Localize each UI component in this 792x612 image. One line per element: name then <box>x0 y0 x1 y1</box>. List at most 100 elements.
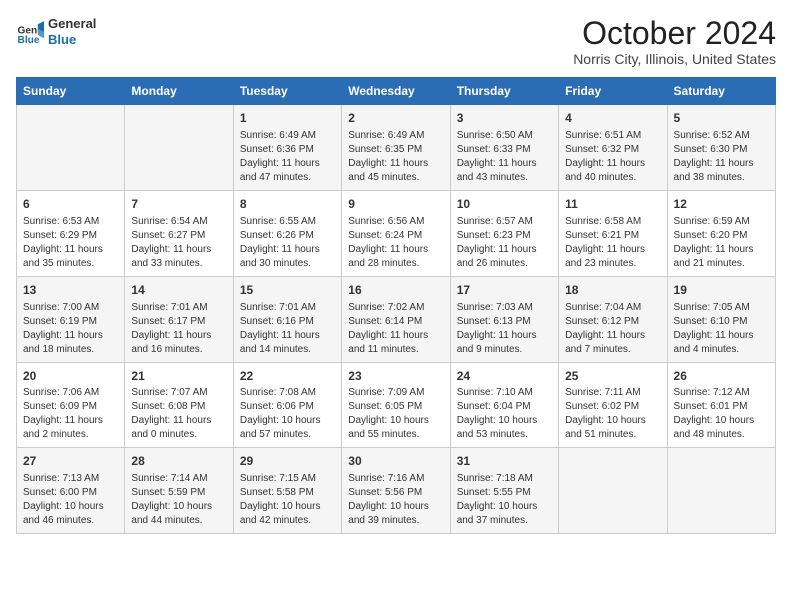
day-number: 7 <box>131 196 226 213</box>
day-number: 24 <box>457 368 552 385</box>
day-number: 2 <box>348 110 443 127</box>
day-number: 22 <box>240 368 335 385</box>
logo-line1: General <box>48 16 96 32</box>
day-number: 21 <box>131 368 226 385</box>
day-info: Sunrise: 6:54 AM Sunset: 6:27 PM Dayligh… <box>131 215 226 271</box>
day-info: Sunrise: 6:50 AM Sunset: 6:33 PM Dayligh… <box>457 129 552 185</box>
day-number: 4 <box>565 110 660 127</box>
calendar-cell: 22Sunrise: 7:08 AM Sunset: 6:06 PM Dayli… <box>233 362 341 448</box>
calendar-cell: 7 Sunrise: 6:54 AM Sunset: 6:27 PM Daylig… <box>125 190 233 276</box>
calendar-cell: 17 Sunrise: 7:03 AM Sunset: 6:13 PM Dayli… <box>450 276 558 362</box>
day-info: Sunrise: 7:09 AM Sunset: 6:05 PM Dayligh… <box>348 386 443 442</box>
day-info: Sunrise: 6:56 AM Sunset: 6:24 PM Dayligh… <box>348 215 443 271</box>
calendar-cell <box>667 448 775 534</box>
calendar-cell: 19 Sunrise: 7:05 AM Sunset: 6:10 PM Dayli… <box>667 276 775 362</box>
weekday-header-saturday: Saturday <box>667 78 775 105</box>
day-info: Sunrise: 6:58 AM Sunset: 6:21 PM Dayligh… <box>565 215 660 271</box>
logo: General Blue General Blue <box>16 16 96 47</box>
day-info: Sunrise: 7:10 AM Sunset: 6:04 PM Dayligh… <box>457 386 552 442</box>
calendar-cell: 1 Sunrise: 6:49 AM Sunset: 6:36 PM Daylig… <box>233 105 341 191</box>
weekday-header-wednesday: Wednesday <box>342 78 450 105</box>
day-number: 15 <box>240 282 335 299</box>
day-info: Sunrise: 6:49 AM Sunset: 6:35 PM Dayligh… <box>348 129 443 185</box>
calendar-cell: 11 Sunrise: 6:58 AM Sunset: 6:21 PM Dayli… <box>559 190 667 276</box>
calendar-cell <box>17 105 125 191</box>
day-number: 11 <box>565 196 660 213</box>
day-info: Sunrise: 6:51 AM Sunset: 6:32 PM Dayligh… <box>565 129 660 185</box>
day-info: Sunrise: 7:16 AM Sunset: 5:56 PM Dayligh… <box>348 472 443 528</box>
day-info: Sunrise: 7:05 AM Sunset: 6:10 PM Dayligh… <box>674 301 769 357</box>
calendar-week-row: 13 Sunrise: 7:00 AM Sunset: 6:19 PM Dayli… <box>17 276 776 362</box>
calendar-week-row: 27 Sunrise: 7:13 AM Sunset: 6:00 PM Dayli… <box>17 448 776 534</box>
day-info: Sunrise: 6:49 AM Sunset: 6:36 PM Dayligh… <box>240 129 335 185</box>
calendar-cell: 31 Sunrise: 7:18 AM Sunset: 5:55 PM Dayli… <box>450 448 558 534</box>
calendar-cell: 24Sunrise: 7:10 AM Sunset: 6:04 PM Dayli… <box>450 362 558 448</box>
day-number: 30 <box>348 453 443 470</box>
day-number: 5 <box>674 110 769 127</box>
logo-icon: General Blue <box>16 18 44 46</box>
weekday-header-tuesday: Tuesday <box>233 78 341 105</box>
weekday-header-sunday: Sunday <box>17 78 125 105</box>
day-number: 1 <box>240 110 335 127</box>
weekday-header-friday: Friday <box>559 78 667 105</box>
calendar-week-row: 20Sunrise: 7:06 AM Sunset: 6:09 PM Dayli… <box>17 362 776 448</box>
calendar-cell: 15 Sunrise: 7:01 AM Sunset: 6:16 PM Dayli… <box>233 276 341 362</box>
weekday-header-row: SundayMondayTuesdayWednesdayThursdayFrid… <box>17 78 776 105</box>
logo-line2: Blue <box>48 32 96 48</box>
day-info: Sunrise: 7:18 AM Sunset: 5:55 PM Dayligh… <box>457 472 552 528</box>
day-info: Sunrise: 7:03 AM Sunset: 6:13 PM Dayligh… <box>457 301 552 357</box>
calendar-cell: 25Sunrise: 7:11 AM Sunset: 6:02 PM Dayli… <box>559 362 667 448</box>
day-number: 20 <box>23 368 118 385</box>
day-number: 16 <box>348 282 443 299</box>
day-info: Sunrise: 7:01 AM Sunset: 6:17 PM Dayligh… <box>131 301 226 357</box>
calendar-cell: 13 Sunrise: 7:00 AM Sunset: 6:19 PM Dayli… <box>17 276 125 362</box>
day-info: Sunrise: 7:02 AM Sunset: 6:14 PM Dayligh… <box>348 301 443 357</box>
weekday-header-thursday: Thursday <box>450 78 558 105</box>
day-info: Sunrise: 7:00 AM Sunset: 6:19 PM Dayligh… <box>23 301 118 357</box>
calendar-cell: 18 Sunrise: 7:04 AM Sunset: 6:12 PM Dayli… <box>559 276 667 362</box>
calendar-cell: 4 Sunrise: 6:51 AM Sunset: 6:32 PM Daylig… <box>559 105 667 191</box>
calendar-cell: 5Sunrise: 6:52 AM Sunset: 6:30 PM Daylig… <box>667 105 775 191</box>
calendar-cell: 21Sunrise: 7:07 AM Sunset: 6:08 PM Dayli… <box>125 362 233 448</box>
day-info: Sunrise: 7:14 AM Sunset: 5:59 PM Dayligh… <box>131 472 226 528</box>
month-title: October 2024 <box>573 16 776 51</box>
calendar-cell: 9 Sunrise: 6:56 AM Sunset: 6:24 PM Daylig… <box>342 190 450 276</box>
calendar-cell: 16 Sunrise: 7:02 AM Sunset: 6:14 PM Dayli… <box>342 276 450 362</box>
day-info: Sunrise: 6:59 AM Sunset: 6:20 PM Dayligh… <box>674 215 769 271</box>
day-info: Sunrise: 7:13 AM Sunset: 6:00 PM Dayligh… <box>23 472 118 528</box>
day-number: 17 <box>457 282 552 299</box>
day-number: 14 <box>131 282 226 299</box>
day-number: 13 <box>23 282 118 299</box>
calendar-cell <box>559 448 667 534</box>
day-number: 12 <box>674 196 769 213</box>
location: Norris City, Illinois, United States <box>573 51 776 67</box>
calendar-cell: 6Sunrise: 6:53 AM Sunset: 6:29 PM Daylig… <box>17 190 125 276</box>
calendar-table: SundayMondayTuesdayWednesdayThursdayFrid… <box>16 77 776 534</box>
day-number: 31 <box>457 453 552 470</box>
day-info: Sunrise: 7:07 AM Sunset: 6:08 PM Dayligh… <box>131 386 226 442</box>
day-number: 10 <box>457 196 552 213</box>
day-info: Sunrise: 7:12 AM Sunset: 6:01 PM Dayligh… <box>674 386 769 442</box>
day-info: Sunrise: 6:53 AM Sunset: 6:29 PM Dayligh… <box>23 215 118 271</box>
day-info: Sunrise: 7:04 AM Sunset: 6:12 PM Dayligh… <box>565 301 660 357</box>
svg-text:Blue: Blue <box>18 34 40 45</box>
day-number: 28 <box>131 453 226 470</box>
day-number: 19 <box>674 282 769 299</box>
day-number: 9 <box>348 196 443 213</box>
calendar-cell: 2 Sunrise: 6:49 AM Sunset: 6:35 PM Daylig… <box>342 105 450 191</box>
day-number: 25 <box>565 368 660 385</box>
page-header: General Blue General Blue October 2024 N… <box>16 16 776 67</box>
day-number: 23 <box>348 368 443 385</box>
day-info: Sunrise: 7:15 AM Sunset: 5:58 PM Dayligh… <box>240 472 335 528</box>
day-number: 18 <box>565 282 660 299</box>
calendar-week-row: 1 Sunrise: 6:49 AM Sunset: 6:36 PM Daylig… <box>17 105 776 191</box>
day-info: Sunrise: 6:57 AM Sunset: 6:23 PM Dayligh… <box>457 215 552 271</box>
calendar-cell: 14 Sunrise: 7:01 AM Sunset: 6:17 PM Dayli… <box>125 276 233 362</box>
calendar-cell: 27 Sunrise: 7:13 AM Sunset: 6:00 PM Dayli… <box>17 448 125 534</box>
day-number: 27 <box>23 453 118 470</box>
title-block: October 2024 Norris City, Illinois, Unit… <box>573 16 776 67</box>
day-info: Sunrise: 7:01 AM Sunset: 6:16 PM Dayligh… <box>240 301 335 357</box>
calendar-week-row: 6Sunrise: 6:53 AM Sunset: 6:29 PM Daylig… <box>17 190 776 276</box>
calendar-cell: 12 Sunrise: 6:59 AM Sunset: 6:20 PM Dayli… <box>667 190 775 276</box>
day-info: Sunrise: 7:11 AM Sunset: 6:02 PM Dayligh… <box>565 386 660 442</box>
